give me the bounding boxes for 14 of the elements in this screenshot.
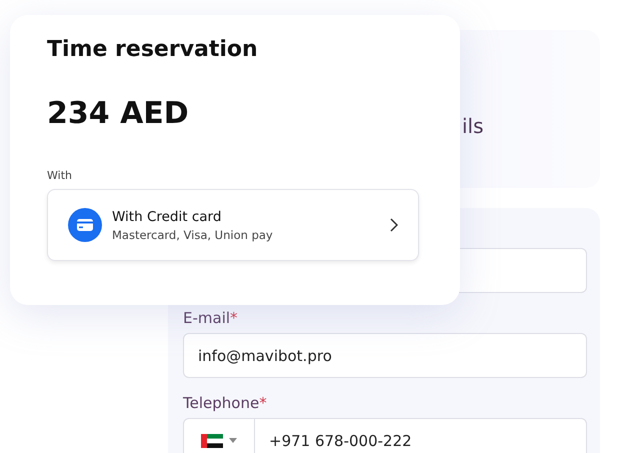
payment-option[interactable]: With Credit card Mastercard, Visa, Union pay <box>47 189 419 261</box>
chevron-right-icon <box>390 218 398 232</box>
section-heading: ils <box>462 116 484 136</box>
field-label: E-mail* <box>183 311 239 326</box>
phone-field[interactable]: +971 678-000-222 <box>183 418 587 453</box>
field-label: Telephone* <box>183 396 268 411</box>
price: 234 AED <box>47 96 189 131</box>
phone-value: +971 678-000-222 <box>268 432 412 450</box>
email-field[interactable]: info@mavibot.pro <box>183 333 587 378</box>
method-label: With <box>47 169 72 182</box>
card-title: Time reservation <box>47 37 258 62</box>
credit-card-icon <box>68 208 102 242</box>
caret-icon <box>229 438 237 443</box>
flag-icon <box>201 434 223 448</box>
